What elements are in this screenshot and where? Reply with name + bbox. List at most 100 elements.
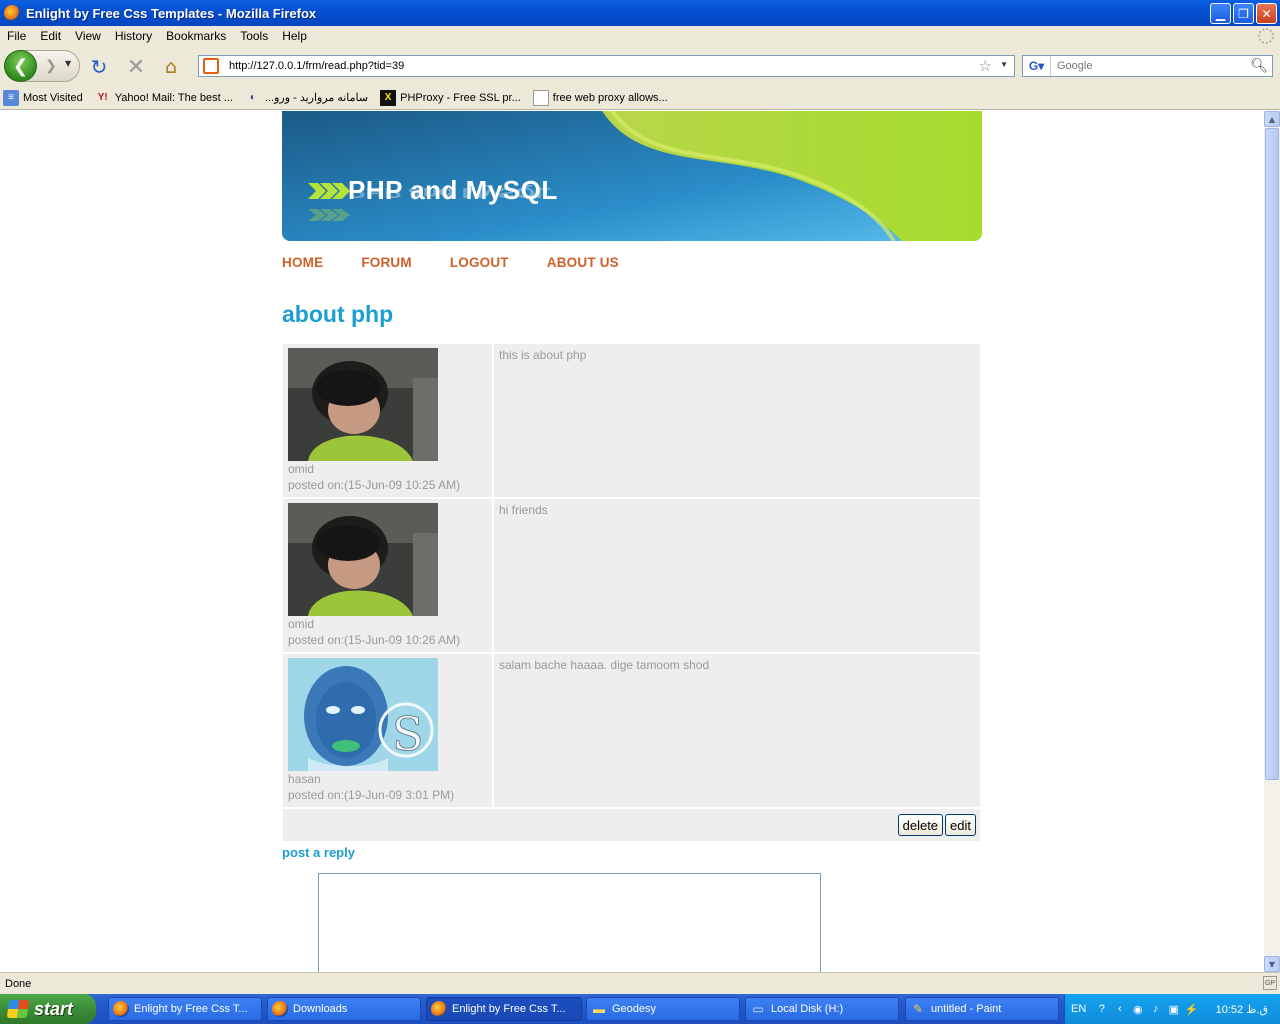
- menu-bar: File Edit View History Bookmarks Tools H…: [0, 26, 1280, 46]
- menu-history[interactable]: History: [108, 29, 159, 43]
- windows-logo-icon: [6, 1000, 30, 1018]
- delete-button[interactable]: delete: [897, 814, 944, 836]
- bookmark-star-icon[interactable]: ☆: [979, 57, 992, 75]
- morvarid-icon: ◐: [249, 92, 256, 103]
- taskbar-item-label: Downloads: [293, 1003, 348, 1015]
- firefox-icon: [4, 5, 20, 21]
- avatar: [288, 348, 438, 461]
- tray-icons: ? ‹ ◉ ♪ ▣ ⚡: [1094, 1002, 1199, 1017]
- menu-help[interactable]: Help: [275, 29, 314, 43]
- status-text: Done: [5, 977, 32, 990]
- menu-file[interactable]: File: [0, 29, 33, 43]
- status-badge: GP: [1263, 976, 1277, 990]
- post-date: posted on:(15-Jun-09 10:25 AM): [288, 478, 461, 492]
- status-bar: Done GP: [0, 972, 1280, 994]
- site-favicon-icon: [203, 58, 219, 74]
- scroll-down-arrow-icon[interactable]: ▼: [1264, 956, 1280, 972]
- start-button[interactable]: start: [0, 994, 96, 1024]
- folder-icon: ▬: [593, 1002, 605, 1016]
- menu-bookmarks[interactable]: Bookmarks: [159, 29, 233, 43]
- bookmark-phproxy[interactable]: X PHProxy - Free SSL pr...: [380, 89, 521, 106]
- menu-tools[interactable]: Tools: [233, 29, 275, 43]
- post-author-name: hasan: [288, 772, 321, 786]
- back-button[interactable]: ❮: [4, 50, 37, 82]
- posts-table: omid posted on:(15-Jun-09 10:25 AM) this…: [283, 344, 980, 841]
- url-text[interactable]: http://127.0.0.1/frm/read.php?tid=39: [229, 60, 404, 72]
- search-icon[interactable]: 🔍︎: [1250, 57, 1268, 74]
- close-button[interactable]: ✕: [1256, 3, 1277, 24]
- safely-remove-icon[interactable]: ⚡: [1184, 1002, 1199, 1017]
- taskbar-item-label: Enlight by Free Css T...: [134, 1003, 248, 1015]
- firefox-icon: [431, 1001, 447, 1017]
- taskbar-item[interactable]: ▬ Geodesy: [586, 997, 740, 1021]
- post-body: this is about php: [494, 344, 980, 497]
- taskbar-item[interactable]: Enlight by Free Css T...: [108, 997, 262, 1021]
- site-header-banner: PHP and MySQL PHP and MySQL: [282, 111, 982, 241]
- language-indicator[interactable]: EN: [1071, 1003, 1086, 1015]
- taskbar-item[interactable]: ✎ untitled - Paint: [905, 997, 1059, 1021]
- tray-expand-icon[interactable]: ‹: [1112, 1002, 1127, 1017]
- network-icon[interactable]: ◉: [1130, 1002, 1145, 1017]
- restore-button[interactable]: ❐: [1233, 3, 1254, 24]
- post-date: posted on:(19-Jun-09 3:01 PM): [288, 788, 455, 802]
- nav-forum[interactable]: FORUM: [361, 255, 412, 270]
- forward-arrow-icon: ❯: [45, 58, 57, 74]
- post-author-name: omid: [288, 462, 315, 476]
- nav-logout[interactable]: LOGOUT: [450, 255, 509, 270]
- post-body: hi friends: [494, 499, 980, 652]
- clock: 10:52 ق.ظ: [1215, 1003, 1268, 1016]
- home-icon[interactable]: ⌂: [160, 56, 182, 78]
- bookmark-label: سامانه مروارید - ورو...: [264, 92, 369, 104]
- reply-textarea[interactable]: [318, 873, 821, 972]
- nav-about-us[interactable]: ABOUT US: [547, 255, 619, 270]
- post-row: S hasan posted on:(19-Jun-09 3:01 PM) sa…: [283, 654, 980, 809]
- search-bar[interactable]: G▾ 🔍︎: [1022, 55, 1273, 77]
- post-date: posted on:(15-Jun-09 10:26 AM): [288, 633, 461, 647]
- page-icon: [532, 89, 549, 106]
- display-icon[interactable]: ▣: [1166, 1002, 1181, 1017]
- search-input[interactable]: [1057, 60, 1247, 72]
- url-dropdown-icon[interactable]: ▼: [1000, 60, 1008, 69]
- bookmark-yahoo-mail[interactable]: Y! Yahoo! Mail: The best ...: [95, 90, 233, 106]
- taskbar-item-label: Geodesy: [612, 1003, 657, 1015]
- volume-icon[interactable]: ♪: [1148, 1002, 1163, 1017]
- url-bar[interactable]: http://127.0.0.1/frm/read.php?tid=39 ☆ ▼: [198, 55, 1015, 77]
- stop-icon[interactable]: ✕: [125, 55, 147, 80]
- nav-home[interactable]: HOME: [282, 255, 323, 270]
- disk-icon: ▭: [752, 1002, 764, 1016]
- page-viewport: PHP and MySQL PHP and MySQL HOME FORUM L…: [0, 111, 1264, 972]
- vertical-scrollbar[interactable]: ▲ ▼: [1264, 111, 1280, 972]
- menu-edit[interactable]: Edit: [33, 29, 68, 43]
- taskbar-item-label: Enlight by Free Css T...: [452, 1003, 566, 1015]
- post-row: omid posted on:(15-Jun-09 10:25 AM) this…: [283, 344, 980, 499]
- bookmark-morvarid[interactable]: ◐ سامانه مروارید - ورو...: [245, 90, 368, 106]
- post-body: salam bache haaaa. dige tamoom shod: [494, 654, 980, 807]
- taskbar-item[interactable]: ▭ Local Disk (H:): [745, 997, 899, 1021]
- activity-throbber-icon: [1258, 28, 1274, 44]
- bookmark-free-web-proxy[interactable]: free web proxy allows...: [532, 89, 668, 106]
- scroll-thumb[interactable]: [1265, 128, 1279, 780]
- firefox-icon: [113, 1001, 129, 1017]
- help-icon[interactable]: ?: [1094, 1002, 1109, 1017]
- start-label: start: [34, 998, 74, 1019]
- bookmark-most-visited[interactable]: ≡ Most Visited: [3, 89, 83, 106]
- post-author-name: omid: [288, 617, 315, 631]
- taskbar-item[interactable]: Enlight by Free Css T...: [426, 997, 582, 1021]
- edit-button[interactable]: edit: [945, 814, 976, 836]
- minimize-button[interactable]: ▁: [1210, 3, 1231, 24]
- history-dropdown-icon[interactable]: ▼: [65, 59, 71, 68]
- topic-title: about php: [282, 301, 394, 327]
- scroll-up-arrow-icon[interactable]: ▲: [1264, 111, 1280, 127]
- bookmarks-toolbar: ≡ Most Visited Y! Yahoo! Mail: The best …: [0, 86, 1280, 110]
- phproxy-icon: X: [380, 89, 397, 106]
- menu-view[interactable]: View: [68, 29, 108, 43]
- most-visited-icon: ≡: [3, 89, 19, 106]
- window-controls: ▁ ❐ ✕: [1210, 3, 1277, 24]
- google-engine-icon[interactable]: G▾: [1023, 56, 1051, 76]
- window-title: Enlight by Free Css Templates - Mozilla …: [26, 5, 317, 21]
- reload-icon[interactable]: ↻: [88, 55, 110, 79]
- post-reply-link[interactable]: post a reply: [282, 845, 355, 860]
- taskbar-item[interactable]: Downloads: [267, 997, 421, 1021]
- windows-taskbar: start Enlight by Free Css T... Downloads…: [0, 994, 1280, 1024]
- forward-button[interactable]: ❯: [40, 57, 62, 75]
